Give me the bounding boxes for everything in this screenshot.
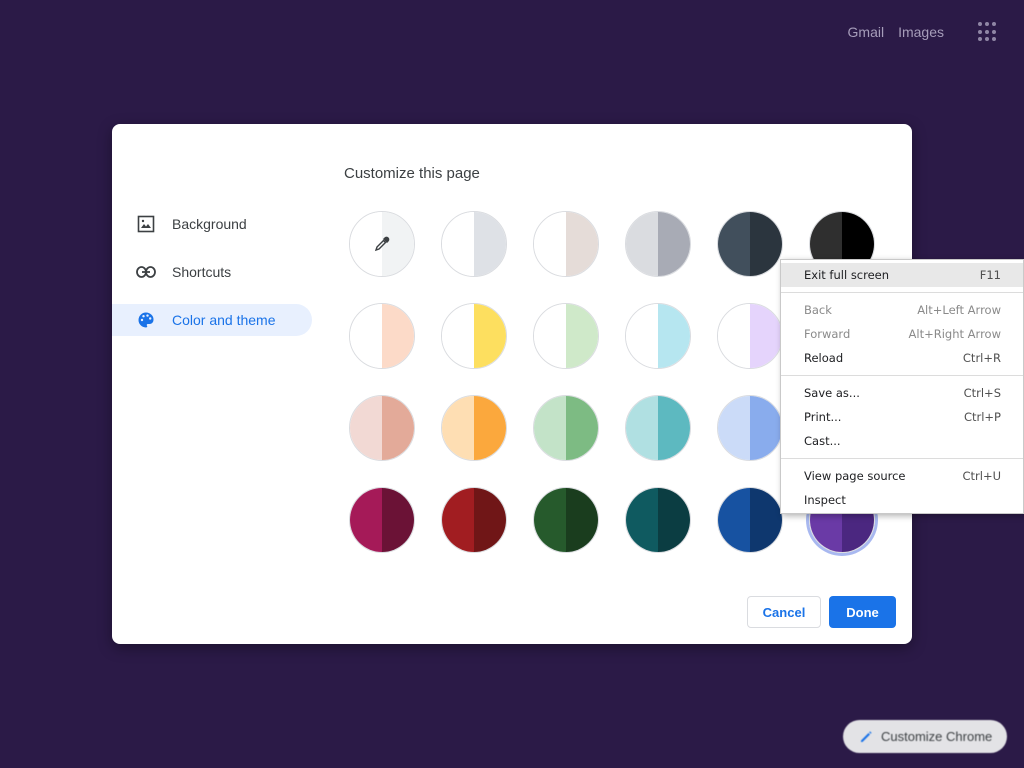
menu-item-shortcut: Ctrl+P [963,410,1001,424]
menu-item-back[interactable]: Back Alt+Left Arrow [781,298,1023,322]
apps-grid-icon[interactable] [978,22,998,42]
palette-icon [136,310,156,330]
menu-item-label: Forward [804,327,851,341]
top-bar: Gmail Images [848,22,998,42]
color-swatch[interactable] [441,395,507,461]
color-swatch[interactable] [533,303,599,369]
nav-item-label: Background [172,216,247,232]
menu-separator [781,458,1023,459]
color-swatch[interactable] [717,211,783,277]
menu-item-reload[interactable]: Reload Ctrl+R [781,346,1023,370]
menu-item-view-page-source[interactable]: View page source Ctrl+U [781,464,1023,488]
nav-item-background[interactable]: Background [112,208,312,240]
menu-item-label: Back [804,303,832,317]
images-link[interactable]: Images [898,24,944,40]
menu-item-inspect[interactable]: Inspect [781,488,1023,512]
customize-chrome-label: Customize Chrome [881,729,993,744]
menu-item-label: Exit full screen [804,268,890,282]
color-swatch[interactable] [441,487,507,553]
link-icon [136,262,156,282]
menu-item-label: Inspect [804,493,846,507]
nav-item-shortcuts[interactable]: Shortcuts [112,256,312,288]
menu-item-exit-full-screen[interactable]: Exit full screen F11 [781,263,1023,287]
menu-item-cast[interactable]: Cast... [781,429,1023,453]
menu-item-print[interactable]: Print... Ctrl+P [781,405,1023,429]
color-swatch[interactable] [717,487,783,553]
nav-item-color-and-theme[interactable]: Color and theme [112,304,312,336]
color-swatch[interactable] [349,395,415,461]
menu-item-forward[interactable]: Forward Alt+Right Arrow [781,322,1023,346]
color-swatch[interactable] [533,211,599,277]
menu-item-shortcut: Alt+Right Arrow [908,327,1001,341]
custom-color-swatch[interactable] [349,211,415,277]
color-swatch[interactable] [717,395,783,461]
menu-item-shortcut: Ctrl+U [962,469,1001,483]
menu-item-shortcut: Ctrl+R [962,351,1001,365]
menu-item-label: Cast... [804,434,841,448]
color-swatch[interactable] [625,487,691,553]
color-swatch[interactable] [533,487,599,553]
color-swatch[interactable] [625,303,691,369]
pencil-icon [859,730,873,744]
eyedropper-icon [350,212,414,276]
image-icon [136,214,156,234]
color-swatch[interactable] [533,395,599,461]
nav-item-label: Shortcuts [172,264,232,280]
color-swatch[interactable] [625,395,691,461]
dialog-title: Customize this page [344,165,480,182]
menu-item-label: Save as... [804,386,860,400]
color-swatch[interactable] [349,487,415,553]
color-swatch[interactable] [717,303,783,369]
color-swatch[interactable] [625,211,691,277]
menu-item-save-as[interactable]: Save as... Ctrl+S [781,381,1023,405]
nav-item-label: Color and theme [172,312,276,328]
menu-item-label: Reload [804,351,844,365]
menu-item-shortcut: F11 [979,268,1001,282]
menu-item-label: Print... [804,410,842,424]
menu-item-shortcut: Ctrl+S [963,386,1001,400]
gmail-link[interactable]: Gmail [848,24,885,40]
customize-nav: Background Shortcuts Color and theme [112,208,312,352]
customize-chrome-button[interactable]: Customize Chrome [843,720,1007,753]
context-menu: Exit full screen F11 Back Alt+Left Arrow… [780,259,1024,514]
menu-separator [781,375,1023,376]
color-swatch[interactable] [441,303,507,369]
menu-separator [781,292,1023,293]
cancel-button[interactable]: Cancel [747,596,821,628]
done-button[interactable]: Done [829,596,896,628]
color-swatch[interactable] [441,211,507,277]
menu-item-shortcut: Alt+Left Arrow [917,303,1001,317]
color-swatch[interactable] [349,303,415,369]
menu-item-label: View page source [804,469,906,483]
